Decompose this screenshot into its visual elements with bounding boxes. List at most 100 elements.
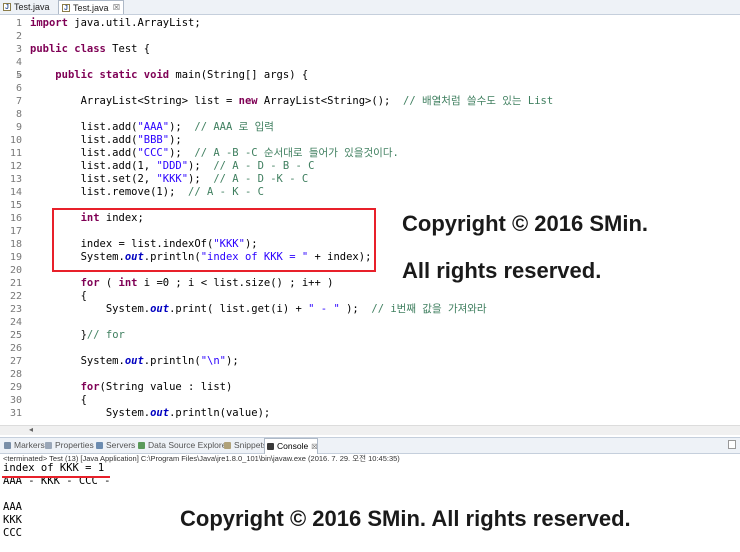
line-number: 26 bbox=[9, 343, 22, 354]
java-file-icon bbox=[62, 2, 70, 16]
code-text: System.out.print( list.get(i) + " - " );… bbox=[30, 303, 487, 315]
code-line[interactable]: 14 list.remove(1); // A - K - C bbox=[0, 186, 740, 199]
code-line[interactable]: 31 System.out.println(value); bbox=[0, 407, 740, 420]
code-line[interactable]: 4 bbox=[0, 56, 740, 69]
code-line[interactable]: 25 }// for bbox=[0, 329, 740, 342]
line-number: 15 bbox=[9, 200, 22, 211]
tab-console[interactable]: Console ☒ bbox=[264, 438, 319, 454]
code-line[interactable]: 12 list.add(1, "DDD"); // A - D - B - C bbox=[0, 160, 740, 173]
code-text: list.add(1, "DDD"); // A - D - B - C bbox=[30, 160, 315, 172]
close-view-icon[interactable]: ☒ bbox=[311, 444, 317, 451]
code-line[interactable]: 28 bbox=[0, 368, 740, 381]
line-number: 2 bbox=[15, 31, 22, 42]
line-number: 12 bbox=[9, 161, 22, 172]
code-line[interactable]: 2 bbox=[0, 30, 740, 43]
line-number: 18 bbox=[9, 239, 22, 250]
line-number: 17 bbox=[9, 226, 22, 237]
editor-tab-bar: Test.java Test.java ☒ bbox=[0, 0, 740, 16]
code-text: for(String value : list) bbox=[80, 381, 233, 393]
editor-horizontal-scrollbar[interactable]: ◂ bbox=[0, 425, 740, 435]
tab-servers[interactable]: Servers bbox=[94, 438, 135, 453]
code-line[interactable]: 29 for(String value : list) bbox=[0, 381, 740, 394]
view-tab-label: Properties bbox=[55, 440, 94, 450]
code-line[interactable]: 24 bbox=[0, 316, 740, 329]
line-number: 24 bbox=[9, 317, 22, 328]
code-line[interactable]: 27 System.out.println("\n"); bbox=[0, 355, 740, 368]
code-line[interactable]: 8 bbox=[0, 108, 740, 121]
code-text: list.add("BBB"); bbox=[30, 134, 182, 146]
console-watermark: Copyright © 2016 SMin. All rights reserv… bbox=[180, 506, 631, 531]
fold-collapse-icon[interactable]: ⊖ bbox=[17, 69, 22, 82]
code-line[interactable]: 1 import java.util.ArrayList; bbox=[0, 17, 740, 30]
code-line[interactable]: 21 for ( int i =0 ; i < list.size() ; i+… bbox=[0, 277, 740, 290]
line-number: 21 bbox=[9, 278, 22, 289]
line-number: 30 bbox=[9, 395, 22, 406]
code-line[interactable]: 5 ⊖ public static void main(String[] args… bbox=[0, 69, 740, 82]
console-line: KKK bbox=[3, 514, 22, 526]
tab-test-java[interactable]: Test.java bbox=[0, 0, 56, 15]
view-tab-label: Console bbox=[277, 441, 309, 451]
output-underline bbox=[2, 476, 110, 478]
code-line[interactable]: 9 list.add("AAA"); // AAA 로 입력 bbox=[0, 121, 740, 134]
line-number: 23 bbox=[9, 304, 22, 315]
code-text: System.out.println("\n"); bbox=[30, 355, 239, 367]
code-text: System.out.println(value); bbox=[30, 407, 271, 419]
code-line[interactable]: 22 { bbox=[0, 290, 740, 303]
code-text: public class Test { bbox=[30, 43, 151, 55]
code-text: }// for bbox=[30, 329, 125, 341]
copyright-watermark: Copyright © 2016 SMin. bbox=[402, 211, 649, 236]
java-file-icon bbox=[3, 1, 11, 15]
line-number: 16 bbox=[9, 213, 22, 224]
tab-markers[interactable]: Markers bbox=[2, 438, 45, 453]
tab-test-java-active[interactable]: Test.java ☒ bbox=[58, 0, 124, 16]
scroll-left-icon[interactable]: ◂ bbox=[29, 425, 33, 434]
line-number: 10 bbox=[9, 135, 22, 146]
code-line[interactable]: 30 { bbox=[0, 394, 740, 407]
close-tab-icon[interactable]: ☒ bbox=[113, 1, 120, 15]
line-number: 7 bbox=[15, 96, 22, 107]
tab-label: Test.java bbox=[14, 2, 50, 12]
code-line[interactable]: 6 bbox=[0, 82, 740, 95]
view-tab-label: Snippets bbox=[234, 440, 268, 450]
line-number: 13 bbox=[9, 174, 22, 185]
code-line[interactable]: 7 ArrayList<String> list = new ArrayList… bbox=[0, 95, 740, 108]
code-text: list.remove(1); // A - K - C bbox=[30, 186, 264, 198]
code-line[interactable]: 26 bbox=[0, 342, 740, 355]
line-number: 8 bbox=[15, 109, 22, 120]
markers-icon bbox=[4, 442, 11, 449]
line-number: 14 bbox=[9, 187, 22, 198]
code-text: list.set(2, "KKK"); // A - D -K - C bbox=[30, 173, 309, 185]
code-line[interactable]: 11 list.add("CCC"); // A -B -C 순서대로 들어가 … bbox=[0, 147, 740, 160]
line-number: 6 bbox=[15, 83, 22, 94]
line-number: 20 bbox=[9, 265, 22, 276]
code-line[interactable]: 13 list.set(2, "KKK"); // A - D -K - C bbox=[0, 173, 740, 186]
rights-watermark: All rights reserved. bbox=[402, 258, 602, 283]
view-menu-icon[interactable] bbox=[728, 440, 736, 449]
line-number: 28 bbox=[9, 369, 22, 380]
tab-data-source-explorer[interactable]: Data Source Explorer bbox=[136, 438, 229, 453]
line-number: 31 bbox=[9, 408, 22, 419]
console-line: CCC bbox=[3, 527, 22, 539]
line-number: 19 bbox=[9, 252, 22, 263]
tab-properties[interactable]: Properties bbox=[43, 438, 94, 453]
snippets-icon bbox=[224, 442, 231, 449]
view-tab-label: Servers bbox=[106, 440, 136, 450]
view-tab-label: Markers bbox=[14, 440, 45, 450]
code-text: import java.util.ArrayList; bbox=[30, 17, 201, 29]
view-tab-label: Data Source Explorer bbox=[148, 440, 230, 450]
view-tab-bar: Markers Properties Servers Data Source Expl… bbox=[0, 437, 740, 454]
tab-snippets[interactable]: Snippets bbox=[222, 438, 267, 453]
console-line: AAA bbox=[3, 501, 22, 513]
code-line[interactable]: 10 list.add("BBB"); bbox=[0, 134, 740, 147]
code-text: { bbox=[30, 290, 87, 302]
servers-icon bbox=[96, 442, 103, 449]
console-icon bbox=[267, 443, 274, 450]
code-line[interactable]: 3 public class Test { bbox=[0, 43, 740, 56]
code-text: ArrayList<String> list = new ArrayList<S… bbox=[30, 95, 554, 107]
line-number: 4 bbox=[15, 57, 22, 68]
line-number: 22 bbox=[9, 291, 22, 302]
code-text: list.add("AAA"); // AAA 로 입력 bbox=[30, 121, 274, 133]
code-line[interactable]: 23 System.out.print( list.get(i) + " - "… bbox=[0, 303, 740, 316]
line-number: 25 bbox=[9, 330, 22, 341]
properties-icon bbox=[45, 442, 52, 449]
